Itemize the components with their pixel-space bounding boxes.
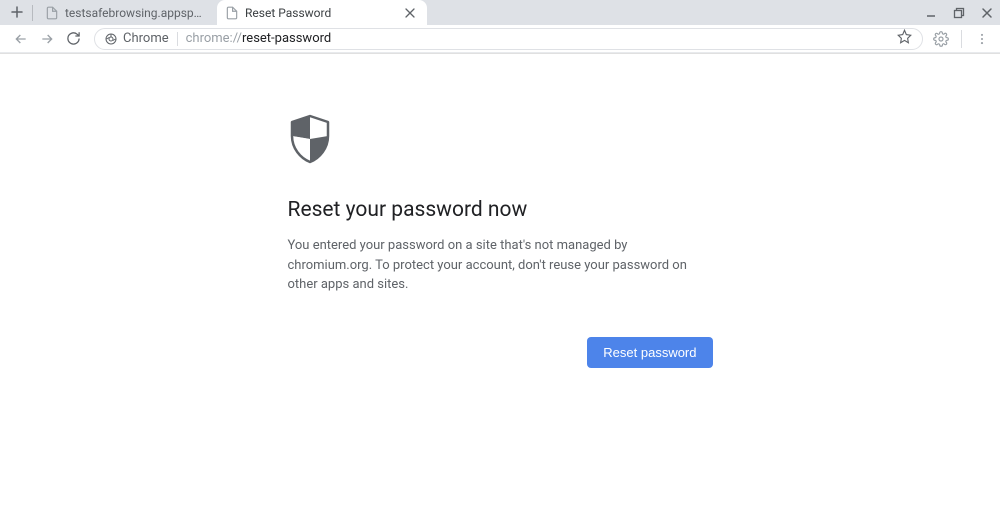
tab-active[interactable]: Reset Password — [217, 0, 427, 25]
close-window-button[interactable] — [980, 6, 994, 20]
tab-title: testsafebrowsing.appspot.com/s/bad_log — [65, 6, 207, 20]
window-controls — [924, 0, 994, 25]
bookmark-star-icon[interactable] — [897, 29, 912, 48]
reset-password-button[interactable]: Reset password — [587, 337, 712, 368]
new-tab-button[interactable] — [6, 1, 28, 23]
url-text: chrome://reset-password — [186, 31, 889, 46]
reset-password-interstitial: Reset your password now You entered your… — [288, 114, 713, 368]
page-content: Reset your password now You entered your… — [0, 54, 1000, 368]
reload-button[interactable] — [60, 26, 86, 52]
tab-strip: testsafebrowsing.appspot.com/s/bad_log R… — [0, 0, 1000, 25]
toolbar-separator — [961, 30, 962, 48]
button-row: Reset password — [288, 337, 713, 368]
back-button[interactable] — [8, 26, 34, 52]
file-icon — [225, 6, 239, 20]
shield-icon — [288, 114, 713, 168]
page-body-text: You entered your password on a site that… — [288, 236, 713, 295]
gear-icon[interactable] — [931, 29, 951, 49]
maximize-button[interactable] — [952, 6, 966, 20]
file-icon — [45, 6, 59, 20]
menu-button[interactable] — [972, 29, 992, 49]
close-tab-button[interactable] — [403, 6, 417, 20]
tab-inactive[interactable]: testsafebrowsing.appspot.com/s/bad_log — [37, 0, 217, 25]
tab-separator — [32, 5, 33, 21]
forward-button[interactable] — [34, 26, 60, 52]
page-heading: Reset your password now — [288, 198, 713, 222]
site-info-chip[interactable]: Chrome — [105, 31, 169, 46]
tab-title: Reset Password — [245, 6, 397, 20]
toolbar-right — [931, 29, 992, 49]
chrome-icon — [105, 33, 117, 45]
address-bar[interactable]: Chrome chrome://reset-password — [94, 28, 923, 50]
minimize-button[interactable] — [924, 6, 938, 20]
toolbar: Chrome chrome://reset-password — [0, 25, 1000, 53]
site-chip-label: Chrome — [123, 31, 169, 46]
omnibox-divider — [177, 32, 178, 46]
